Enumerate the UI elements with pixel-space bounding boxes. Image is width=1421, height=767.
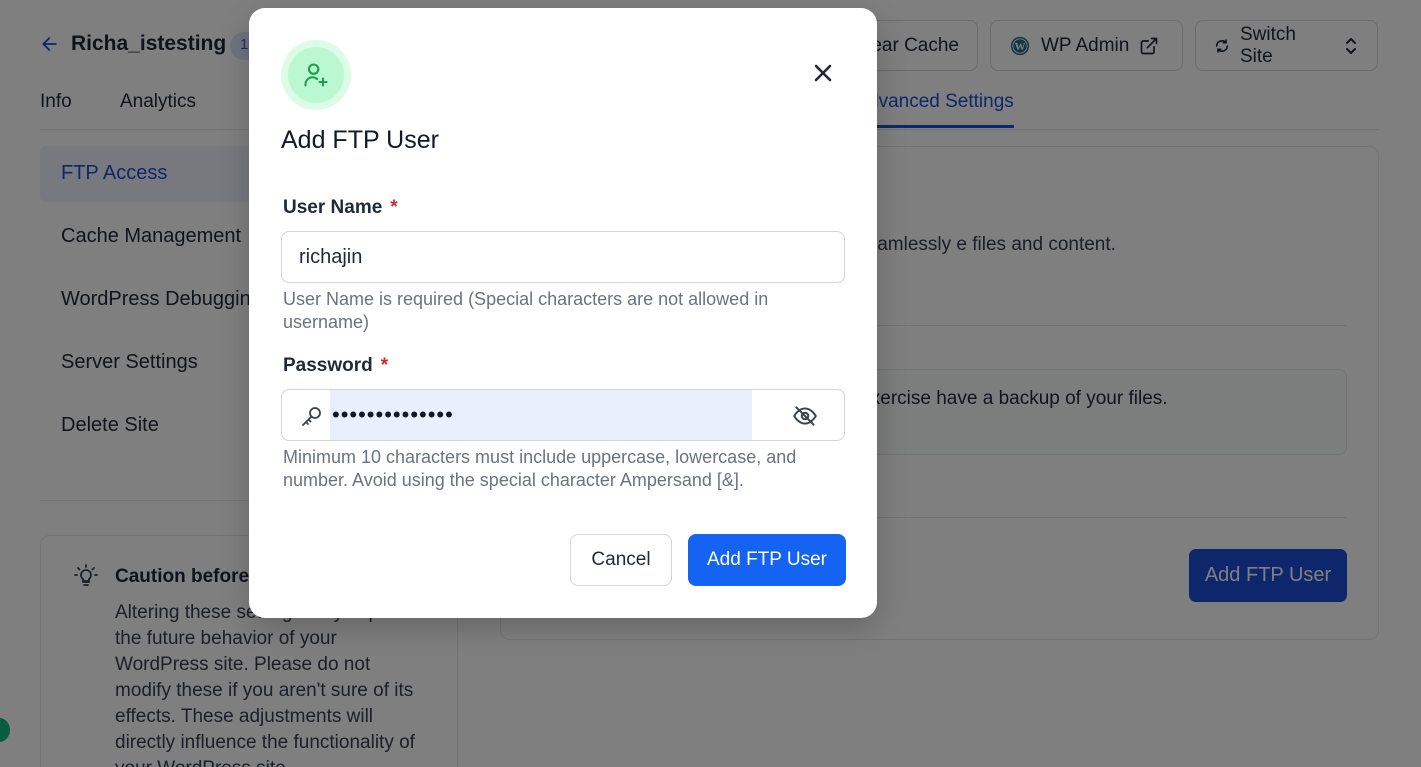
required-marker: * bbox=[380, 355, 389, 376]
user-plus-icon bbox=[304, 63, 328, 87]
username-label: User Name * bbox=[283, 197, 398, 219]
username-label-text: User Name bbox=[283, 197, 383, 218]
close-icon[interactable] bbox=[811, 61, 835, 85]
modal-icon-badge-inner bbox=[288, 47, 344, 103]
add-ftp-user-modal: Add FTP User User Name * User Name is req… bbox=[249, 8, 877, 618]
eye-off-icon[interactable] bbox=[792, 403, 818, 429]
cancel-button[interactable]: Cancel bbox=[570, 534, 672, 586]
password-field bbox=[281, 389, 845, 441]
username-hint: User Name is required (Special character… bbox=[283, 289, 769, 332]
required-marker: * bbox=[390, 197, 398, 218]
modal-icon-badge bbox=[281, 40, 351, 110]
password-hint: Minimum 10 characters must include upper… bbox=[283, 447, 797, 490]
password-label-text: Password bbox=[283, 355, 373, 376]
password-label: Password * bbox=[283, 355, 388, 377]
submit-add-ftp-user-button[interactable]: Add FTP User bbox=[688, 534, 846, 586]
key-icon bbox=[302, 407, 321, 426]
password-input[interactable] bbox=[330, 390, 752, 440]
modal-title: Add FTP User bbox=[281, 126, 439, 154]
username-input[interactable] bbox=[281, 231, 845, 283]
